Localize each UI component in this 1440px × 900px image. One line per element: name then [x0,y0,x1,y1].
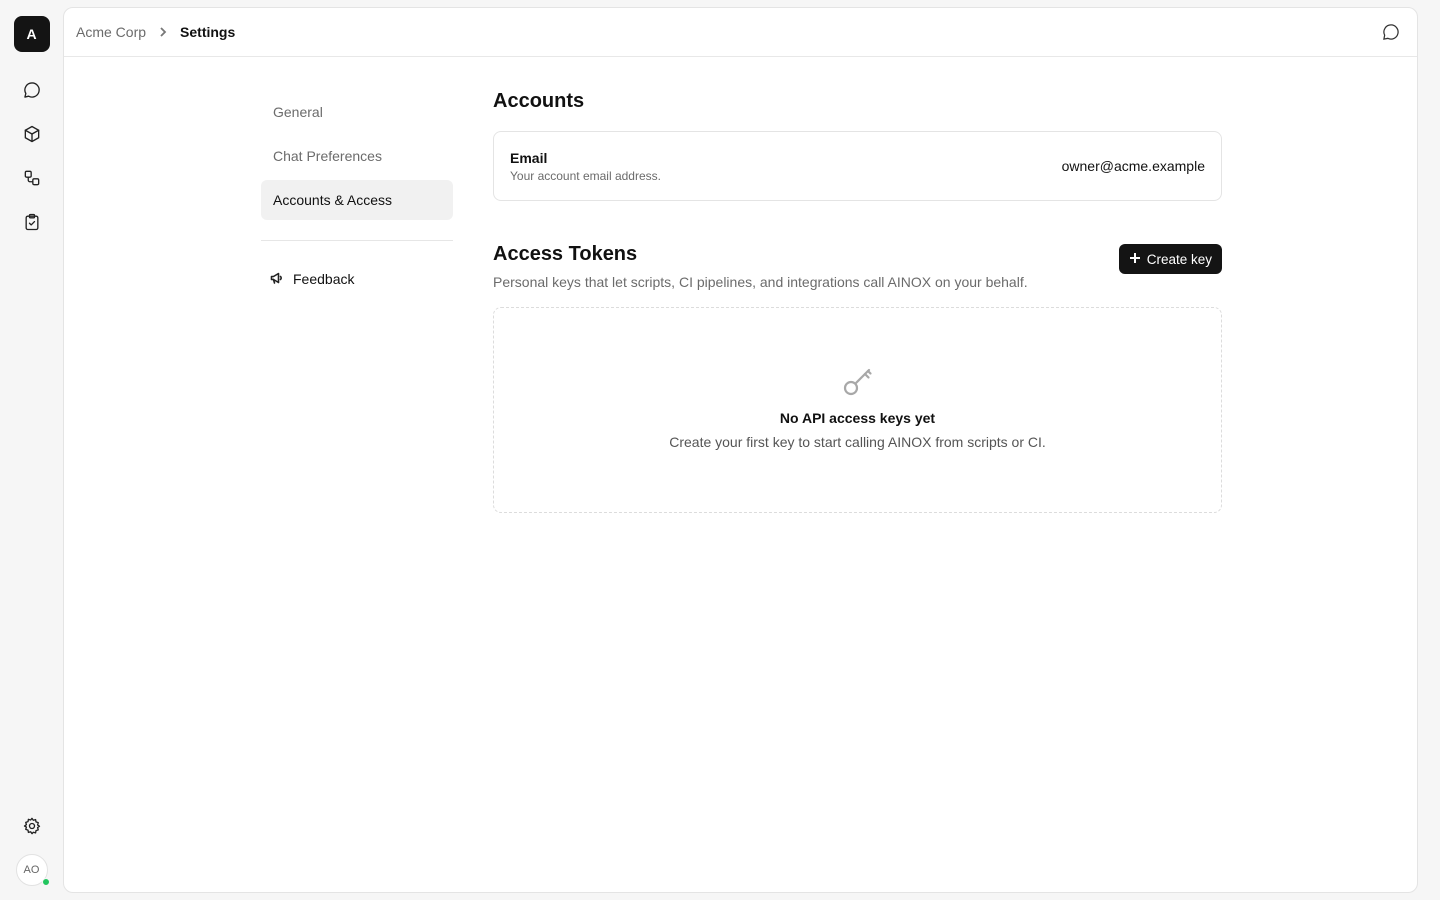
rail-bottom: AO [15,810,50,886]
plus-icon [1129,252,1141,267]
cube-icon[interactable] [16,118,48,150]
key-icon [841,364,875,398]
top-bar: Acme Corp Settings [64,8,1417,57]
email-text: Email Your account email address. [510,150,661,183]
settings-content: Accounts Email Your account email addres… [493,90,1222,513]
left-rail: A AO [0,0,63,900]
breadcrumb: Acme Corp Settings [76,24,235,40]
tokens-title: Access Tokens [493,243,638,265]
empty-description: Create your first key to start calling A… [669,434,1046,450]
main-panel: Acme Corp Settings General Chat Preferen… [63,7,1418,893]
user-avatar[interactable]: AO [15,854,50,886]
gear-icon[interactable] [16,810,48,842]
nav-divider [261,240,453,241]
email-card: Email Your account email address. owner@… [493,131,1222,201]
email-label: Email [510,149,548,166]
breadcrumb-parent[interactable]: Acme Corp [76,24,146,40]
workspace-avatar[interactable]: A [13,16,50,52]
create-key-label: Create key [1146,251,1212,267]
email-help: Your account email address. [510,168,661,183]
rail-nav [16,74,48,238]
nav-item-chat-preferences[interactable]: Chat Preferences [261,136,453,176]
nav-item-accounts-access[interactable]: Accounts & Access [261,180,453,220]
clipboard-check-icon[interactable] [16,206,48,238]
chat-icon[interactable] [16,74,48,106]
tokens-heading: Access Tokens Personal keys that let scr… [493,243,1028,290]
settings-nav: General Chat Preferences Accounts & Acce… [261,92,453,299]
create-key-button[interactable]: Create key [1118,244,1222,274]
workflow-icon[interactable] [16,162,48,194]
user-initials: AO [23,864,40,876]
accounts-title: Accounts [493,90,585,112]
presence-indicator [41,878,50,886]
empty-title: No API access keys yet [779,410,936,426]
chevron-right-icon [157,26,169,38]
tokens-description: Personal keys that let scripts, CI pipel… [493,274,1028,290]
megaphone-icon [269,270,285,289]
chat-bubble-icon[interactable] [1377,18,1405,46]
breadcrumb-current: Settings [180,24,236,40]
feedback-link[interactable]: Feedback [261,259,453,299]
nav-item-general[interactable]: General [261,92,453,132]
feedback-label: Feedback [293,271,355,287]
email-value: owner@acme.example [1061,158,1205,174]
tokens-header: Access Tokens Personal keys that let scr… [493,243,1222,290]
tokens-empty-state: No API access keys yet Create your first… [493,307,1222,513]
